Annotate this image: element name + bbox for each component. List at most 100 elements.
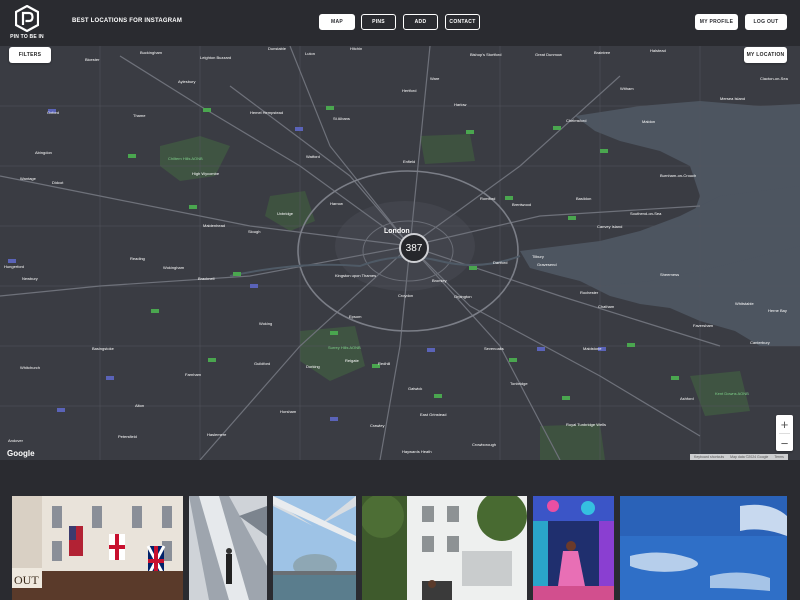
place-label-herne-bay: Herne Bay bbox=[768, 308, 787, 313]
place-label-bishops-stortford: Bishop's Stortford bbox=[470, 52, 502, 57]
my-profile-button[interactable]: MY PROFILE bbox=[695, 14, 738, 30]
filters-button[interactable]: FILTERS bbox=[9, 47, 51, 63]
place-label-aylesbury: Aylesbury bbox=[178, 79, 196, 84]
place-label-epsom: Epsom bbox=[349, 314, 362, 319]
photo-card-white-building-trees[interactable] bbox=[362, 496, 527, 600]
nav-add-button[interactable]: ADD bbox=[403, 14, 438, 30]
photo-steel-building-image bbox=[189, 496, 267, 600]
photo-card-steel-building[interactable] bbox=[189, 496, 267, 600]
photo-card-glass-dome[interactable] bbox=[273, 496, 356, 600]
place-label-halstead: Halstead bbox=[650, 48, 666, 53]
photo-gallery: OUT bbox=[0, 460, 800, 600]
terms-link[interactable]: Terms bbox=[774, 455, 784, 459]
place-label-mersea: Mersea Island bbox=[720, 96, 746, 101]
photo-glass-dome-image bbox=[273, 496, 356, 600]
place-label-burnham: Burnham-on-Crouch bbox=[660, 173, 697, 178]
place-label-romford: Romford bbox=[480, 196, 496, 201]
nav-map-button[interactable]: MAP bbox=[319, 14, 355, 30]
map-data-text: Map data ©2024 Google bbox=[730, 455, 769, 459]
place-label-brentwood: Brentwood bbox=[512, 202, 532, 207]
nav-contact-button[interactable]: CONTACT bbox=[445, 14, 480, 30]
photo-colorful-interior-image bbox=[533, 496, 614, 600]
place-label-buckingham: Buckingham bbox=[140, 50, 163, 55]
place-label-surrey-hills: Surrey Hills AONB bbox=[328, 345, 361, 350]
pin-to-be-in-logo[interactable]: PIN TO BE IN bbox=[10, 5, 44, 43]
google-logo[interactable]: Google bbox=[7, 449, 35, 458]
place-label-maidenhead: Maidenhead bbox=[203, 223, 226, 228]
place-label-hungerford: Hungerford bbox=[4, 264, 25, 269]
place-label-harrow: Harrow bbox=[330, 201, 343, 206]
photo-hotel-flags-image: OUT bbox=[12, 496, 183, 600]
place-label-abingdon: Abingdon bbox=[35, 150, 52, 155]
place-label-bromley: Bromley bbox=[432, 278, 447, 283]
zoom-in-button[interactable]: + bbox=[776, 415, 793, 433]
place-label-thame: Thame bbox=[133, 113, 146, 118]
place-label-wantage: Wantage bbox=[20, 176, 36, 181]
place-label-faversham: Faversham bbox=[693, 323, 714, 328]
site-tagline: BEST LOCATIONS FOR INSTAGRAM bbox=[72, 18, 183, 24]
my-location-button[interactable]: MY LOCATION bbox=[744, 47, 787, 63]
place-label-gatwick: Gatwick bbox=[408, 386, 423, 391]
place-label-bicester: Bicester bbox=[85, 57, 100, 62]
place-label-reading: Reading bbox=[130, 256, 145, 261]
place-label-maldon: Maldon bbox=[642, 119, 656, 124]
place-label-sevenoaks: Sevenoaks bbox=[484, 346, 504, 351]
log-out-button[interactable]: LOG OUT bbox=[745, 14, 787, 30]
place-label-chelmsford: Chelmsford bbox=[566, 118, 587, 123]
place-label-sheerness: Sheerness bbox=[660, 272, 680, 277]
place-label-basingstoke: Basingstoke bbox=[92, 346, 114, 351]
place-label-guildford: Guildford bbox=[254, 361, 271, 366]
place-label-braintree: Braintree bbox=[594, 50, 611, 55]
place-label-didcot: Didcot bbox=[52, 180, 64, 185]
photo-white-building-image bbox=[362, 496, 527, 600]
place-label-canvey-island: Canvey Island bbox=[597, 224, 623, 229]
place-label-chatham: Chatham bbox=[598, 304, 615, 309]
place-label-haslemere: Haslemere bbox=[207, 432, 227, 437]
keyboard-shortcuts-link[interactable]: Keyboard shortcuts bbox=[694, 455, 724, 459]
place-label-slough: Slough bbox=[248, 229, 261, 234]
place-label-whitchurch: Whitchurch bbox=[20, 365, 41, 370]
place-label-chiltern: Chiltern Hills AONB bbox=[168, 156, 203, 161]
place-label-orpington: Orpington bbox=[454, 294, 472, 299]
photo-card-blue-sky[interactable] bbox=[620, 496, 787, 600]
place-label-maidstone: Maidstone bbox=[583, 346, 602, 351]
place-label-dartford: Dartford bbox=[493, 260, 508, 265]
place-label-kingston: Kingston upon Thames bbox=[335, 273, 377, 278]
place-label-bracknell: Bracknell bbox=[198, 276, 215, 281]
place-label-hertford: Hertford bbox=[402, 88, 417, 93]
top-header: PIN TO BE IN BEST LOCATIONS FOR INSTAGRA… bbox=[0, 0, 800, 46]
place-label-woking: Woking bbox=[259, 321, 273, 326]
place-label-dunstable: Dunstable bbox=[268, 46, 287, 51]
photo-card-colorful-interior[interactable] bbox=[533, 496, 614, 600]
place-label-st-albans: St Albans bbox=[333, 116, 350, 121]
place-label-witham: Witham bbox=[620, 86, 634, 91]
place-label-leighton-buzzard: Leighton Buzzard bbox=[200, 55, 232, 60]
zoom-out-button[interactable]: − bbox=[776, 434, 793, 452]
place-label-petersfield: Petersfield bbox=[118, 434, 137, 439]
place-label-andover: Andover bbox=[8, 438, 23, 443]
place-label-farnham: Farnham bbox=[185, 372, 202, 377]
place-label-alton: Alton bbox=[135, 403, 145, 408]
zoom-controls: + − bbox=[776, 415, 793, 451]
place-label-oxford: Oxford bbox=[47, 110, 60, 115]
place-label-enfield: Enfield bbox=[403, 159, 416, 164]
place-label-tilbury: Tilbury bbox=[532, 254, 544, 259]
place-label-whitstable: Whitstable bbox=[735, 301, 754, 306]
nav-pins-button[interactable]: PINS bbox=[361, 14, 396, 30]
place-label-ashford: Ashford bbox=[680, 396, 694, 401]
place-label-ware: Ware bbox=[430, 76, 440, 81]
place-label-tunbridge-wells: Royal Tunbridge Wells bbox=[566, 422, 606, 427]
place-label-basildon: Basildon bbox=[576, 196, 592, 201]
place-label-haywards-heath: Haywards Heath bbox=[402, 449, 432, 454]
place-label-high-wycombe: High Wycombe bbox=[192, 171, 220, 176]
pin-cluster-marker[interactable]: 387 bbox=[399, 233, 429, 263]
svg-text:OUT: OUT bbox=[14, 573, 39, 587]
place-label-kent-downs: Kent Downs AONB bbox=[715, 391, 749, 396]
place-label-watford: Watford bbox=[306, 154, 320, 159]
place-label-east-grinstead: East Grinstead bbox=[420, 412, 447, 417]
photo-card-hotel-flags[interactable]: OUT bbox=[12, 496, 183, 600]
place-label-croydon: Croydon bbox=[398, 293, 414, 298]
place-label-luton: Luton bbox=[305, 51, 316, 56]
logo-text: PIN TO BE IN bbox=[10, 34, 44, 40]
map-view[interactable]: London Oxford Reading Watford Chelmsford… bbox=[0, 46, 800, 460]
